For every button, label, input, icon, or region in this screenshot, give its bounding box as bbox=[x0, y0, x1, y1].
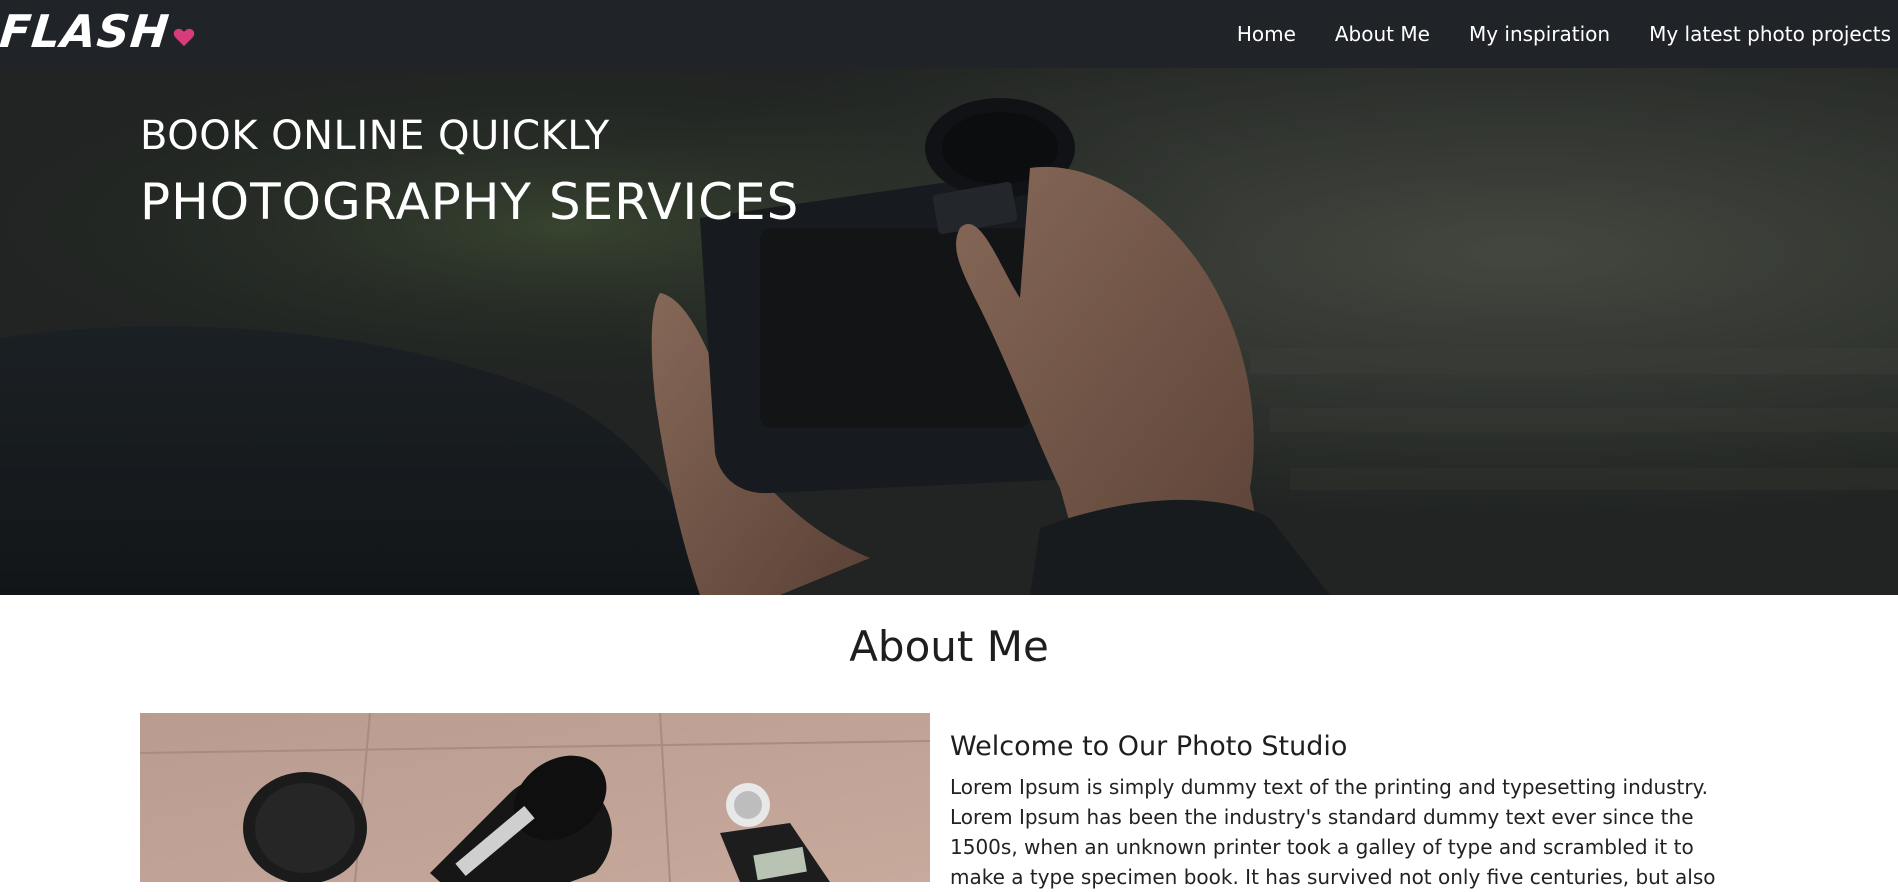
nav-my-inspiration[interactable]: My inspiration bbox=[1469, 22, 1610, 46]
about-text-block: Welcome to Our Photo Studio Lorem Ipsum … bbox=[950, 731, 1750, 892]
nav-about-me[interactable]: About Me bbox=[1335, 22, 1430, 46]
logo-text: FLASH bbox=[0, 4, 173, 58]
hero-banner: BOOK ONLINE QUICKLY PHOTOGRAPHY SERVICES bbox=[0, 68, 1898, 595]
nav-latest-photo-projects[interactable]: My latest photo projects bbox=[1649, 22, 1891, 46]
main-nav: Home About Me My inspiration My latest p… bbox=[1198, 0, 1891, 68]
about-heading: About Me bbox=[849, 622, 1049, 671]
about-welcome-title: Welcome to Our Photo Studio bbox=[950, 731, 1348, 762]
about-image bbox=[140, 713, 930, 882]
hero-subtitle: BOOK ONLINE QUICKLY bbox=[140, 113, 610, 159]
camera-gear-image bbox=[140, 713, 930, 882]
heart-icon bbox=[174, 28, 195, 47]
site-logo[interactable]: FLASH bbox=[0, 4, 195, 58]
top-navbar: FLASH Home About Me My inspiration My la… bbox=[0, 0, 1898, 68]
about-body-text: Lorem Ipsum is simply dummy text of the … bbox=[950, 775, 1716, 889]
nav-home[interactable]: Home bbox=[1237, 22, 1296, 46]
hero-title: PHOTOGRAPHY SERVICES bbox=[140, 173, 800, 231]
